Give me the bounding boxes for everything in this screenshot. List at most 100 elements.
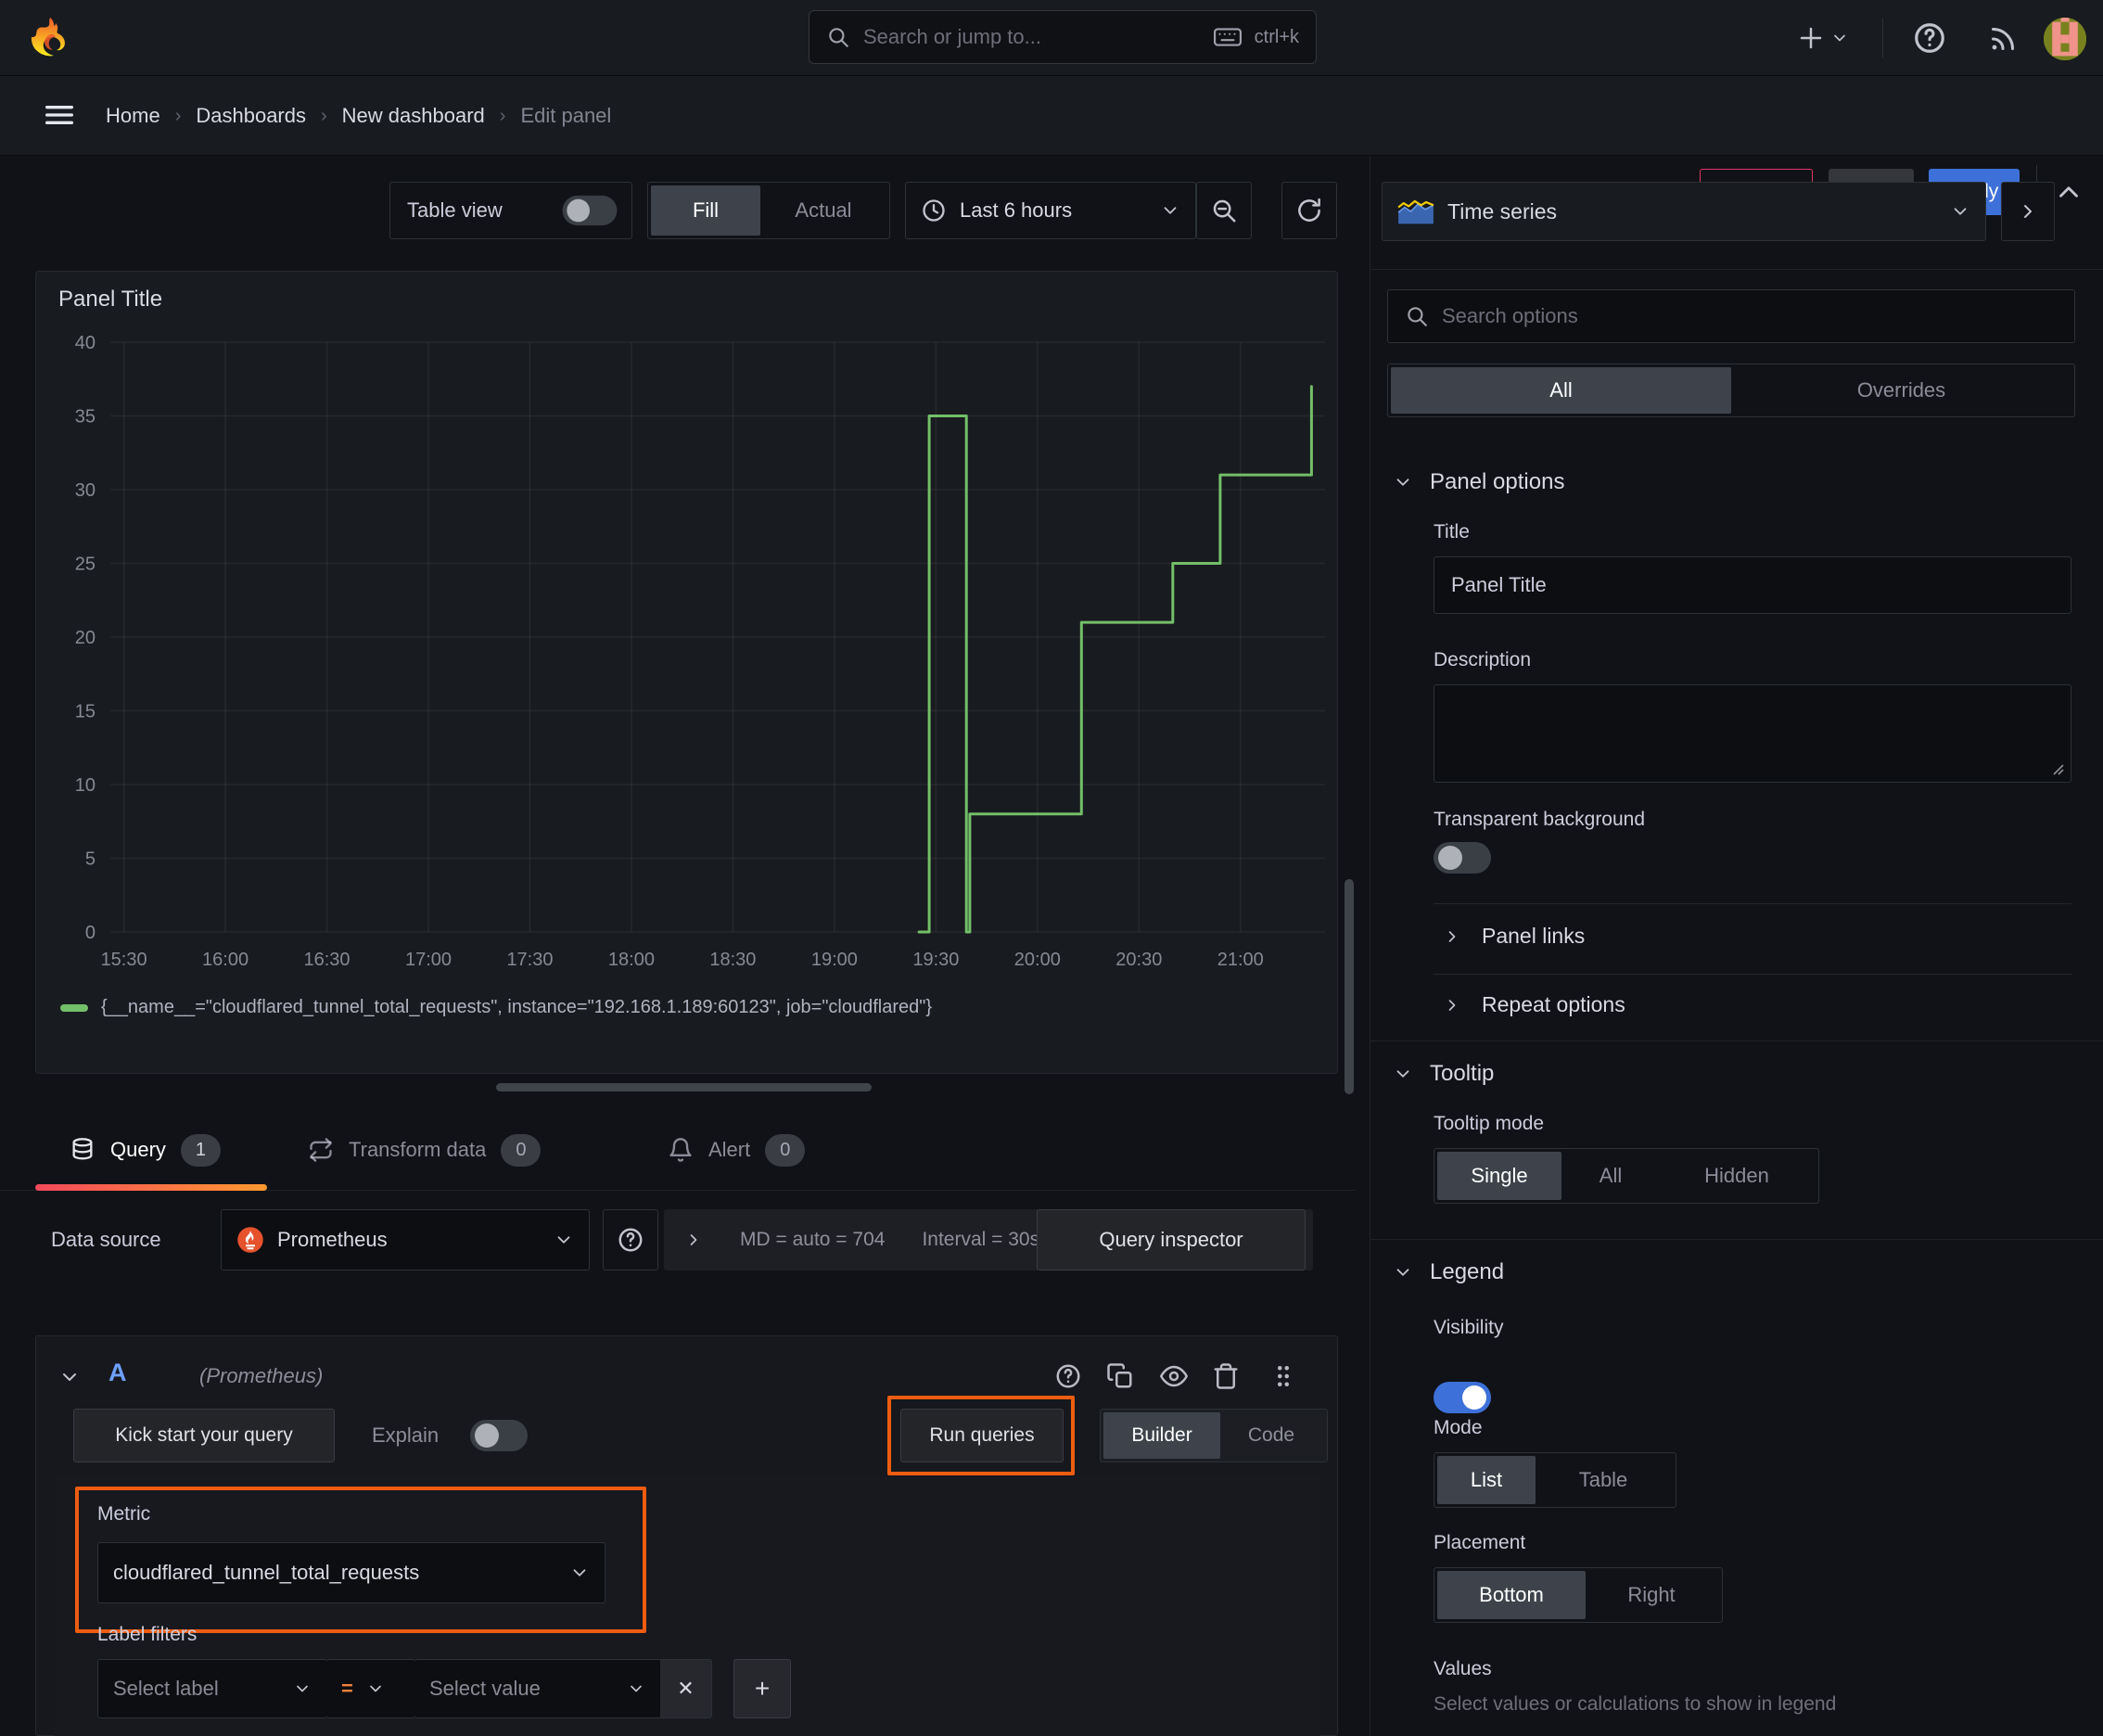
explain-toggle[interactable] — [470, 1420, 528, 1451]
copy-icon — [1107, 1363, 1132, 1388]
zoom-out-button[interactable] — [1196, 182, 1252, 239]
run-queries-button[interactable]: Run queries — [900, 1409, 1064, 1462]
scrollbar-thumb[interactable] — [1345, 879, 1354, 1094]
breadcrumb-separator: › — [321, 105, 327, 126]
hide-query-button[interactable] — [1160, 1362, 1188, 1390]
collapse-query-chevron-down-icon[interactable] — [58, 1366, 81, 1388]
mega-menu-button[interactable] — [41, 96, 78, 134]
panel-links-section[interactable]: Panel links — [1443, 924, 1585, 949]
resize-handle-icon[interactable] — [2050, 761, 2065, 776]
tab-overrides[interactable]: Overrides — [1731, 367, 2071, 414]
explain-label: Explain — [372, 1423, 440, 1447]
chevron-down-icon — [557, 1236, 570, 1244]
grafana-edit-panel-screen: ctrl+k — [0, 0, 2103, 1736]
grafana-logo-icon[interactable] — [28, 15, 72, 59]
tooltip-header[interactable]: Tooltip — [1393, 1061, 1494, 1087]
panel-resize-handle[interactable] — [496, 1083, 872, 1091]
breadcrumb-home[interactable]: Home — [106, 104, 160, 128]
builder-option[interactable]: Builder — [1103, 1412, 1220, 1459]
select-value-dropdown[interactable]: Select value — [414, 1659, 661, 1718]
fill-option[interactable]: Fill — [651, 185, 760, 236]
table-view-toggle[interactable] — [562, 195, 618, 226]
select-label-dropdown[interactable]: Select label — [97, 1659, 327, 1718]
svg-text:40: 40 — [75, 333, 96, 353]
panel-title-input[interactable] — [1451, 573, 2054, 597]
kick-start-query-button[interactable]: Kick start your query — [73, 1409, 335, 1462]
help-button[interactable] — [1912, 20, 1947, 56]
legend-item[interactable]: {__name__="cloudflared_tunnel_total_requ… — [60, 997, 932, 1018]
duplicate-query-button[interactable] — [1106, 1362, 1134, 1390]
query-ref-id[interactable]: A — [108, 1359, 127, 1387]
legend-visibility-toggle[interactable] — [1434, 1382, 1491, 1413]
news-button[interactable] — [1986, 22, 2020, 56]
legend-table-option[interactable]: Table — [1536, 1456, 1671, 1504]
drag-query-handle[interactable] — [1269, 1362, 1297, 1395]
datasource-help-button[interactable] — [603, 1209, 658, 1270]
collapse-options-pane-button[interactable] — [2001, 182, 2055, 241]
panel-title[interactable]: Panel Title — [58, 287, 162, 313]
refresh-button[interactable] — [1281, 182, 1337, 239]
tooltip-all-option[interactable]: All — [1561, 1152, 1660, 1200]
tab-alert[interactable]: Alert 0 — [668, 1109, 806, 1191]
tab-transform-label: Transform data — [349, 1138, 487, 1161]
visibility-label: Visibility — [1434, 1317, 1504, 1338]
search-input-field[interactable] — [863, 25, 1201, 49]
search-options-input[interactable] — [1442, 304, 2058, 328]
query-help-button[interactable] — [1054, 1362, 1082, 1390]
svg-text:18:30: 18:30 — [709, 950, 756, 970]
user-avatar[interactable] — [2044, 18, 2086, 60]
time-series-chart[interactable]: 0 5 10 15 20 25 30 35 40 15:30 16:00 16:30 17:00 17:3… — [44, 320, 1332, 978]
svg-text:20:30: 20:30 — [1115, 950, 1162, 970]
time-range-label: Last 6 hours — [960, 198, 1073, 222]
chevron-right-icon — [2024, 205, 2032, 218]
legend-list-option[interactable]: List — [1437, 1456, 1536, 1504]
query-inspector-button[interactable]: Query inspector — [1037, 1209, 1306, 1270]
tab-query[interactable]: Query 1 — [70, 1109, 222, 1191]
tab-transform-data[interactable]: Transform data 0 — [308, 1109, 542, 1191]
tooltip-hidden-option[interactable]: Hidden — [1660, 1152, 1814, 1200]
search-options-box[interactable] — [1387, 289, 2075, 343]
description-textarea[interactable] — [1434, 684, 2071, 783]
collapse-header-button[interactable] — [2053, 176, 2084, 208]
repeat-options-section[interactable]: Repeat options — [1443, 992, 1625, 1017]
datasource-picker[interactable]: Prometheus — [221, 1209, 590, 1270]
time-range-picker[interactable]: Last 6 hours — [905, 182, 1196, 239]
chevron-down-icon — [573, 1569, 586, 1576]
chevron-down-icon — [1954, 208, 1967, 215]
query-editor-card: A (Prometheus) Kick start your query Exp… — [35, 1335, 1338, 1736]
breadcrumb-new-dashboard[interactable]: New dashboard — [342, 104, 485, 128]
hamburger-icon — [45, 106, 74, 124]
breadcrumb-dashboards[interactable]: Dashboards — [196, 104, 306, 128]
placement-right-option[interactable]: Right — [1586, 1571, 1717, 1619]
svg-text:15:30: 15:30 — [101, 950, 147, 970]
svg-text:35: 35 — [75, 407, 96, 428]
svg-text:19:30: 19:30 — [912, 950, 959, 970]
svg-text:16:30: 16:30 — [304, 950, 350, 970]
chevron-right-icon — [1448, 930, 1456, 942]
code-option[interactable]: Code — [1220, 1412, 1322, 1459]
visualization-picker[interactable]: Time series — [1382, 182, 1986, 241]
tab-all[interactable]: All — [1391, 367, 1731, 414]
transparent-background-toggle[interactable] — [1434, 842, 1491, 874]
metric-label: Metric — [97, 1503, 151, 1525]
add-filter-button[interactable]: + — [733, 1659, 791, 1718]
legend-header[interactable]: Legend — [1393, 1259, 1504, 1285]
delete-query-button[interactable] — [1212, 1362, 1240, 1390]
global-search-input[interactable]: ctrl+k — [809, 10, 1317, 64]
metric-select[interactable]: cloudflared_tunnel_total_requests — [97, 1542, 605, 1603]
legend-mode-switch: List Table — [1434, 1452, 1676, 1508]
legend-values-help: Select values or calculations to show in… — [1434, 1693, 1837, 1715]
rss-icon — [1992, 28, 2014, 50]
tooltip-mode-label: Tooltip mode — [1434, 1113, 1545, 1134]
new-item-button[interactable] — [1797, 17, 1849, 59]
transparent-background-label: Transparent background — [1434, 809, 1646, 830]
actual-option[interactable]: Actual — [760, 185, 886, 236]
options-pane-divider — [1370, 269, 2103, 270]
placement-bottom-option[interactable]: Bottom — [1437, 1571, 1586, 1619]
remove-filter-button[interactable]: ✕ — [660, 1659, 712, 1718]
legend-title: Legend — [1430, 1259, 1505, 1284]
tooltip-single-option[interactable]: Single — [1437, 1152, 1561, 1200]
panel-options-header[interactable]: Panel options — [1393, 469, 1564, 495]
panel-title-field[interactable] — [1434, 556, 2071, 614]
operator-dropdown[interactable]: = — [326, 1659, 415, 1718]
